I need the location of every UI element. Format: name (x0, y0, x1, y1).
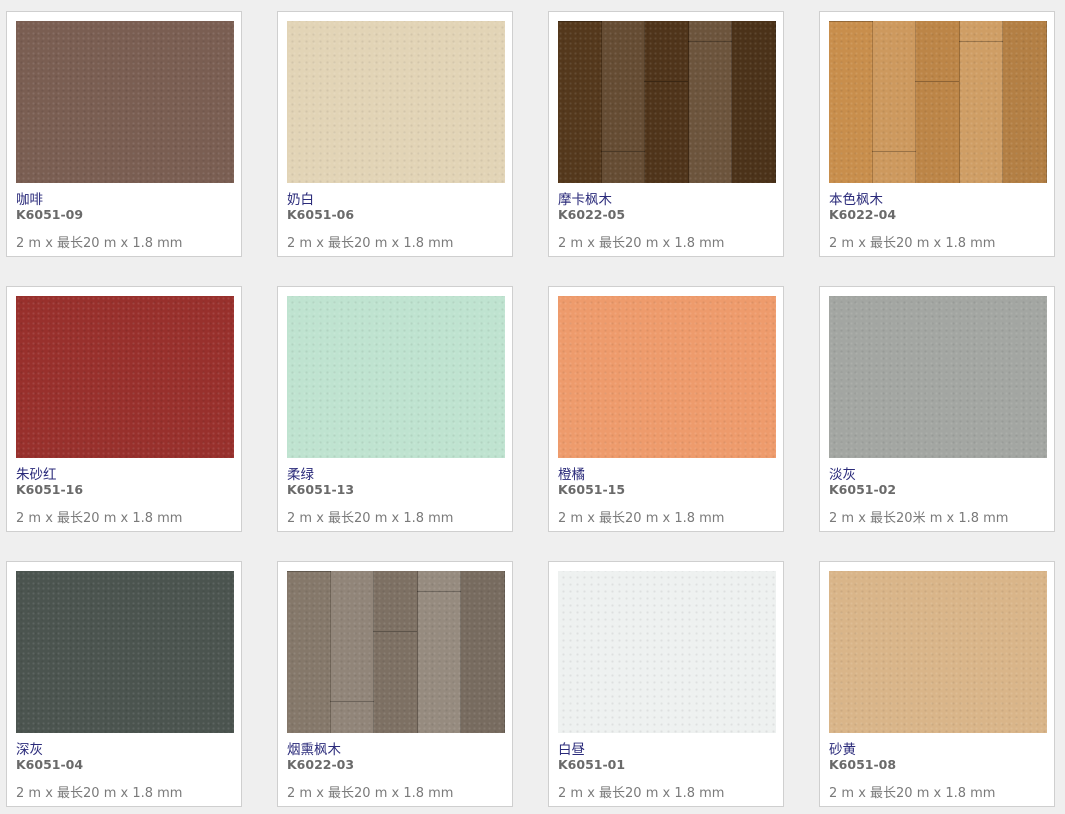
product-swatch-image[interactable] (829, 21, 1047, 183)
product-swatch-image[interactable] (558, 296, 776, 458)
product-swatch-image[interactable] (287, 571, 505, 733)
product-size: 2 m x 最长20 m x 1.8 mm (287, 786, 454, 801)
product-card[interactable]: 砂黄 K6051-08 2 m x 最长20 m x 1.8 mm (819, 561, 1055, 807)
product-name[interactable]: 砂黄 (829, 738, 856, 758)
product-name[interactable]: 朱砂红 (16, 463, 57, 483)
product-size: 2 m x 最长20 m x 1.8 mm (16, 786, 183, 801)
product-swatch-image[interactable] (829, 296, 1047, 458)
product-swatch-image[interactable] (16, 21, 234, 183)
product-code: K6051-08 (829, 757, 897, 772)
product-swatch-image[interactable] (829, 571, 1047, 733)
product-size: 2 m x 最长20 m x 1.8 mm (558, 511, 725, 526)
product-name[interactable]: 奶白 (287, 188, 314, 208)
product-name[interactable]: 柔绿 (287, 463, 314, 483)
product-code: K6051-16 (16, 482, 84, 497)
product-size: 2 m x 最长20 m x 1.8 mm (558, 786, 725, 801)
product-code: K6051-01 (558, 757, 626, 772)
product-size: 2 m x 最长20米 m x 1.8 mm (829, 511, 1009, 526)
product-code: K6051-09 (16, 207, 84, 222)
product-card[interactable]: 白昼 K6051-01 2 m x 最长20 m x 1.8 mm (548, 561, 784, 807)
product-swatch-image[interactable] (16, 571, 234, 733)
product-card[interactable]: 淡灰 K6051-02 2 m x 最长20米 m x 1.8 mm (819, 286, 1055, 532)
product-code: K6022-04 (829, 207, 897, 222)
product-swatch-image[interactable] (16, 296, 234, 458)
product-name[interactable]: 烟熏枫木 (287, 738, 341, 758)
product-name[interactable]: 淡灰 (829, 463, 856, 483)
product-name[interactable]: 咖啡 (16, 188, 43, 208)
product-size: 2 m x 最长20 m x 1.8 mm (16, 511, 183, 526)
product-swatch-image[interactable] (558, 571, 776, 733)
product-card[interactable]: 橙橘 K6051-15 2 m x 最长20 m x 1.8 mm (548, 286, 784, 532)
product-name[interactable]: 深灰 (16, 738, 43, 758)
product-card[interactable]: 柔绿 K6051-13 2 m x 最长20 m x 1.8 mm (277, 286, 513, 532)
product-code: K6051-13 (287, 482, 355, 497)
product-code: K6051-06 (287, 207, 355, 222)
product-code: K6022-05 (558, 207, 626, 222)
product-code: K6051-15 (558, 482, 626, 497)
product-size: 2 m x 最长20 m x 1.8 mm (287, 511, 454, 526)
product-name[interactable]: 本色枫木 (829, 188, 883, 208)
product-swatch-image[interactable] (558, 21, 776, 183)
product-card[interactable]: 咖啡 K6051-09 2 m x 最长20 m x 1.8 mm (6, 11, 242, 257)
product-size: 2 m x 最长20 m x 1.8 mm (287, 236, 454, 251)
product-swatch-image[interactable] (287, 296, 505, 458)
product-name[interactable]: 橙橘 (558, 463, 585, 483)
product-name[interactable]: 摩卡枫木 (558, 188, 612, 208)
product-code: K6051-02 (829, 482, 897, 497)
product-name[interactable]: 白昼 (558, 738, 585, 758)
product-swatch-image[interactable] (287, 21, 505, 183)
product-size: 2 m x 最长20 m x 1.8 mm (829, 236, 996, 251)
product-card[interactable]: 朱砂红 K6051-16 2 m x 最长20 m x 1.8 mm (6, 286, 242, 532)
product-grid: 咖啡 K6051-09 2 m x 最长20 m x 1.8 mm 奶白 K6051-0… (0, 0, 1065, 814)
product-size: 2 m x 最长20 m x 1.8 mm (558, 236, 725, 251)
product-card[interactable]: 奶白 K6051-06 2 m x 最长20 m x 1.8 mm (277, 11, 513, 257)
product-card[interactable]: 深灰 K6051-04 2 m x 最长20 m x 1.8 mm (6, 561, 242, 807)
product-card[interactable]: 本色枫木 K6022-04 2 m x 最长20 m x 1.8 mm (819, 11, 1055, 257)
product-card[interactable]: 烟熏枫木 K6022-03 2 m x 最长20 m x 1.8 mm (277, 561, 513, 807)
product-code: K6051-04 (16, 757, 84, 772)
product-card[interactable]: 摩卡枫木 K6022-05 2 m x 最长20 m x 1.8 mm (548, 11, 784, 257)
product-size: 2 m x 最长20 m x 1.8 mm (16, 236, 183, 251)
product-code: K6022-03 (287, 757, 355, 772)
product-size: 2 m x 最长20 m x 1.8 mm (829, 786, 996, 801)
